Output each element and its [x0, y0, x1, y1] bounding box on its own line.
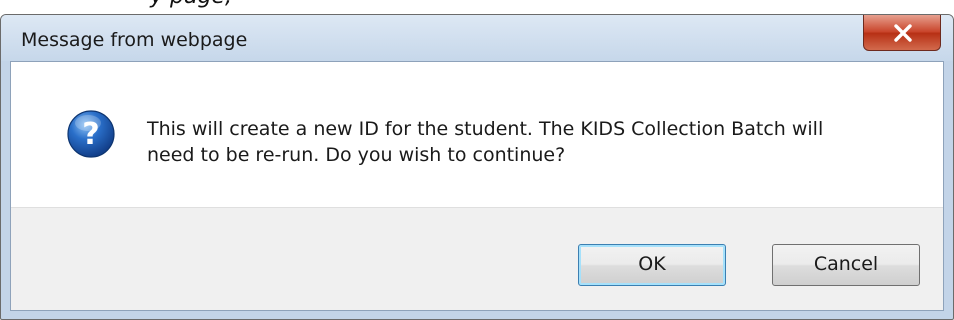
- dialog-body: ? This will create a new ID for the stud…: [10, 61, 944, 311]
- screenshot: y page, Message from webpage: [0, 0, 954, 320]
- message-line-2: need to be re-run. Do you wish to contin…: [147, 144, 566, 166]
- background-page-text: y page,: [150, 0, 232, 9]
- message-line-1: This will create a new ID for the studen…: [147, 118, 824, 140]
- dialog-message: This will create a new ID for the studen…: [147, 116, 907, 168]
- close-icon: [894, 24, 912, 42]
- ok-button[interactable]: OK: [578, 244, 726, 286]
- svg-text:?: ?: [82, 117, 99, 152]
- button-bar: OK Cancel: [11, 207, 943, 310]
- message-area: ? This will create a new ID for the stud…: [11, 62, 943, 207]
- dialog-title: Message from webpage: [21, 29, 248, 51]
- dialog-titlebar[interactable]: Message from webpage: [1, 15, 953, 61]
- close-button[interactable]: [863, 15, 941, 51]
- message-dialog: Message from webpage ? This will create …: [0, 14, 954, 320]
- cancel-button[interactable]: Cancel: [772, 244, 920, 286]
- question-icon: ?: [67, 110, 115, 158]
